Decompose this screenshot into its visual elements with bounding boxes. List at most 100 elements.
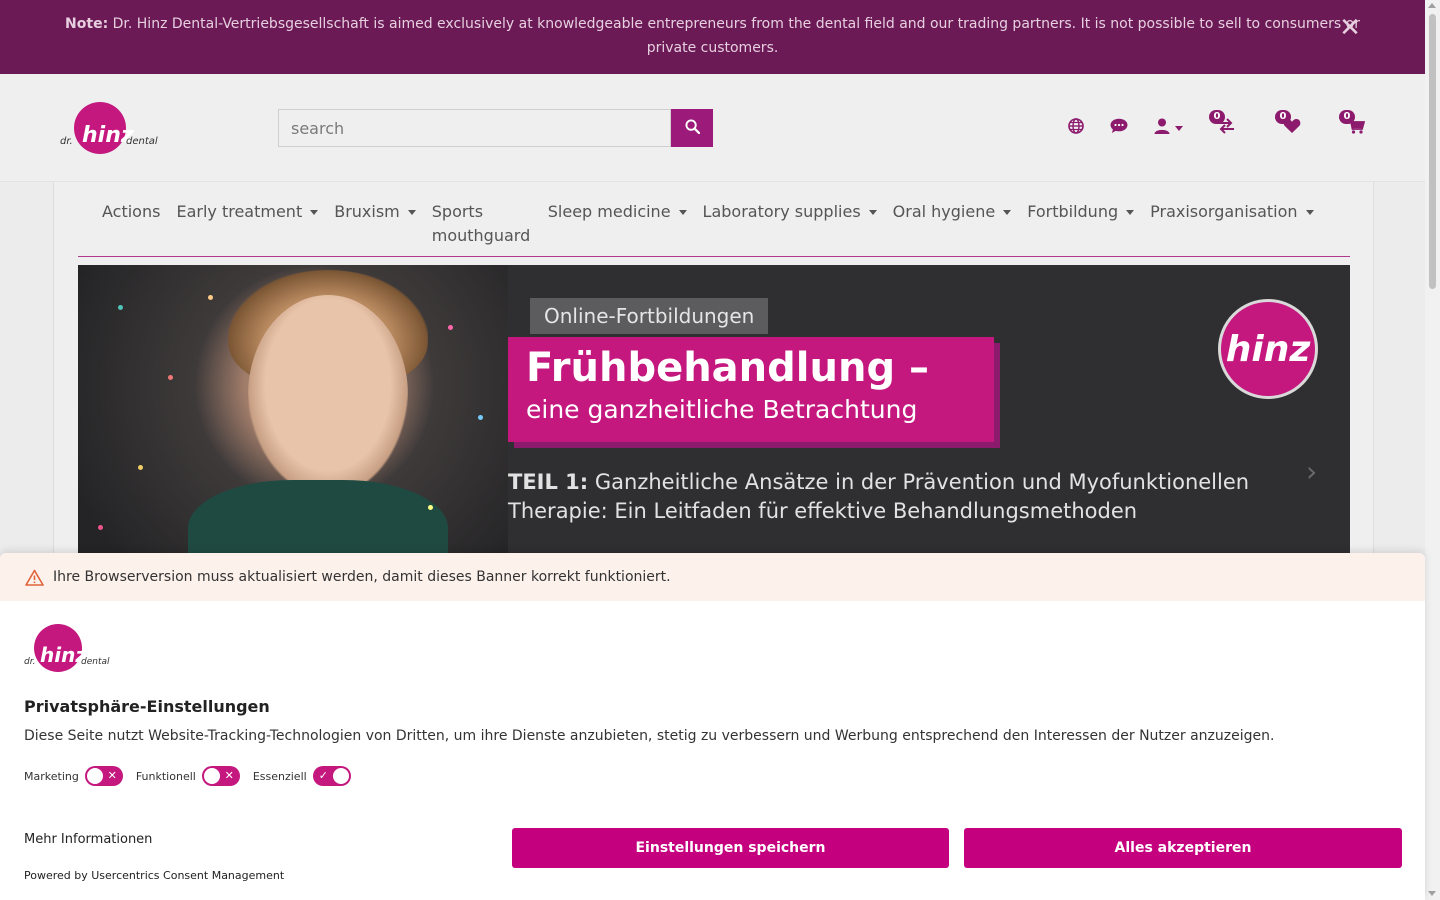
marketing-switch[interactable]: ✕ [84,766,123,786]
search-button[interactable] [671,109,713,147]
page-scrollbar[interactable] [1425,0,1440,900]
confetti [168,375,173,380]
consent-logo: dr. hinz dental [24,624,114,674]
banner-photo [78,265,508,565]
nav-item-label: Early treatment [176,202,303,221]
consent-description: Diese Seite nutzt Website-Tracking-Techn… [24,728,1275,744]
nav-item-sports-mouthguard[interactable]: Sports mouthguard [432,200,532,256]
account-menu-button[interactable] [1154,118,1183,138]
banner-logo: hinz [1218,299,1318,399]
svg-text:dental: dental [126,136,158,147]
banner-photo-face [248,295,408,495]
scroll-down-icon[interactable] [1428,891,1436,896]
hero-banner[interactable]: Online-Fortbildungen Frühbehandlung – ei… [78,265,1350,565]
essential-switch[interactable]: ✓ [312,766,351,786]
banner-title: Frühbehandlung – eine ganzheitliche Betr… [508,337,994,442]
nav-item-praxisorganisation[interactable]: Praxisorganisation [1150,200,1314,256]
nav-item-label: Laboratory supplies [702,202,861,221]
compare-count-badge: 0 [1209,110,1225,124]
search-bar [278,109,713,147]
nav-item-label: Praxisorganisation [1150,202,1298,221]
confetti [98,525,103,530]
caret-down-icon [310,210,319,215]
caret-down-icon [407,210,416,215]
chevron-down-icon [1175,125,1183,131]
toggle-label: Marketing [24,769,79,783]
caret-down-icon [1126,210,1135,215]
header-actions: 0 0 0 [1042,110,1366,138]
save-settings-button[interactable]: Einstellungen speichern [512,828,949,868]
close-icon: ✕ [224,769,234,782]
confetti [478,415,483,420]
globe-icon [1068,118,1084,138]
svg-text:dr.: dr. [24,657,35,667]
confetti [138,465,143,470]
more-info-link[interactable]: Mehr Informationen [24,832,152,847]
banner-text: TEIL 1: Ganzheitliche Ansätze in der Prä… [508,468,1328,526]
banner-title-line2: eine ganzheitliche Betrachtung [526,395,918,424]
banner-part1-text: Ganzheitliche Ansätze in der Prävention … [508,470,1250,523]
scrollbar-thumb[interactable] [1429,14,1436,289]
main-navigation: Actions Early treatment Bruxism Sports m… [78,182,1350,257]
chat-icon [1110,118,1128,138]
notice-label: Note: [65,16,109,32]
consent-toggles: Marketing ✕ Funktionell ✕ Essenziell ✓ [24,766,364,786]
user-icon [1154,118,1170,138]
confetti [208,295,213,300]
toggle-marketing: Marketing ✕ [24,766,123,786]
cart-count-badge: 0 [1339,110,1355,124]
nav-item-oral-hygiene[interactable]: Oral hygiene [893,200,1012,256]
svg-text:dr.: dr. [60,136,73,147]
nav-item-early-treatment[interactable]: Early treatment [176,200,319,256]
nav-item-laboratory-supplies[interactable]: Laboratory supplies [703,200,877,256]
confetti [428,505,433,510]
chevron-right-icon[interactable]: › [1306,455,1317,488]
compare-button[interactable]: 0 [1209,110,1235,138]
banner-part1-label: TEIL 1: [508,470,589,494]
nav-item-label: Oral hygiene [892,202,996,221]
nav-item-sleep-medicine[interactable]: Sleep medicine [548,200,687,256]
powered-by-text: Powered by Usercentrics Consent Manageme… [24,869,285,882]
wishlist-button[interactable]: 0 [1275,110,1301,138]
chat-button[interactable] [1110,118,1128,138]
notice-bar: Note: Dr. Hinz Dental-Vertriebsgesellsch… [0,0,1425,74]
caret-down-icon [1003,210,1012,215]
nav-item-label: Sleep medicine [547,202,671,221]
consent-panel: Ihre Browserversion muss aktualisiert we… [0,553,1425,900]
close-icon[interactable]: ✕ [1339,15,1361,41]
accept-all-button[interactable]: Alles akzeptieren [964,828,1402,868]
search-input[interactable] [278,109,671,147]
toggle-functional: Funktionell ✕ [136,766,240,786]
notice-text: Dr. Hinz Dental-Vertriebsgesellschaft is… [112,16,1360,56]
svg-text:dental: dental [81,657,110,667]
banner-title-line1: Frühbehandlung – [526,345,930,391]
caret-down-icon [678,210,687,215]
nav-item-bruxism[interactable]: Bruxism [334,200,416,256]
toggle-label: Essenziell [252,769,307,783]
scroll-up-icon[interactable] [1428,3,1436,8]
check-icon: ✓ [318,769,328,782]
confetti [448,325,453,330]
warning-icon [25,569,44,586]
cart-button[interactable]: 0 [1339,110,1366,138]
banner-tag: Online-Fortbildungen [530,298,769,334]
toggle-label: Funktionell [135,769,196,783]
functional-switch[interactable]: ✕ [201,766,240,786]
confetti [118,305,123,310]
toggle-essential: Essenziell ✓ [253,766,351,786]
nav-item-actions[interactable]: Actions [102,200,160,256]
caret-down-icon [1305,210,1314,215]
close-icon: ✕ [107,769,117,782]
browser-warning: Ihre Browserversion muss aktualisiert we… [0,553,1425,601]
wishlist-count-badge: 0 [1275,110,1291,124]
nav-item-label: Sports mouthguard [431,202,531,245]
caret-down-icon [868,210,877,215]
consent-title: Privatsphäre-Einstellungen [24,697,270,716]
browser-warning-text: Ihre Browserversion muss aktualisiert we… [53,569,671,585]
site-logo[interactable]: dr. hinz dental [58,102,168,156]
language-button[interactable] [1068,118,1084,138]
nav-item-label: Bruxism [334,202,400,221]
nav-item-fortbildung[interactable]: Fortbildung [1027,200,1135,256]
nav-item-label: Actions [102,202,161,221]
site-header: dr. hinz dental search 0 0 0 [0,74,1425,182]
